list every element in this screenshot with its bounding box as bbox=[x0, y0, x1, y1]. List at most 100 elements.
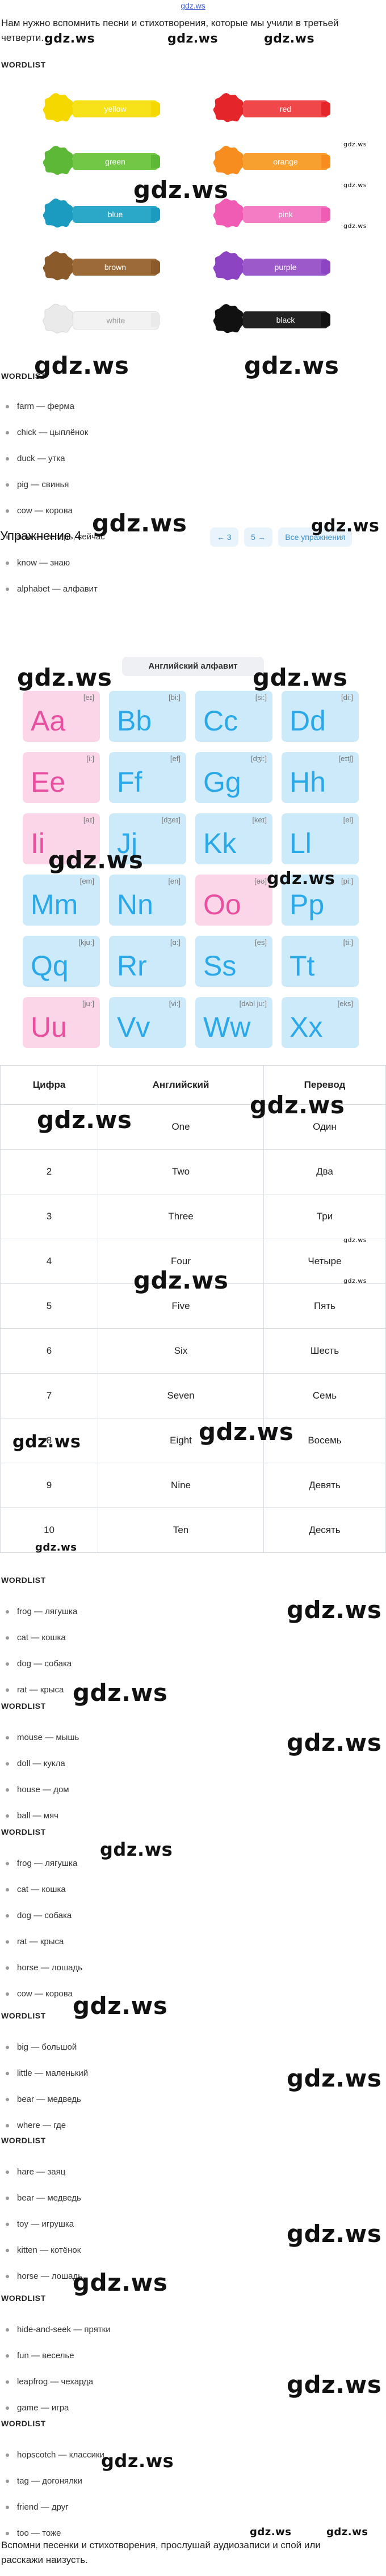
watermark: gdz.ws bbox=[100, 1839, 173, 1860]
list-item-text: cow — корова bbox=[17, 1989, 73, 1999]
list-item: frog — лягушка bbox=[6, 1607, 77, 1616]
letter-card: [di:] Dd bbox=[282, 691, 359, 742]
letter-card: [ti:] Tt bbox=[282, 936, 359, 987]
watermark: gdz.ws bbox=[37, 1106, 132, 1134]
watermark: gdz.ws bbox=[343, 1236, 367, 1244]
list-item: kitten — котёнок bbox=[6, 2245, 81, 2255]
next-exercise-button[interactable]: 5 → bbox=[244, 527, 272, 547]
table-cell: 9 bbox=[0, 1463, 99, 1508]
paint-splat-icon bbox=[43, 146, 74, 175]
letter-glyph: Aa bbox=[31, 705, 66, 737]
marker-tip-icon bbox=[321, 208, 330, 221]
watermark: gdz.ws bbox=[326, 2526, 368, 2538]
table-cell: Пять bbox=[263, 1283, 386, 1329]
table-cell: 3 bbox=[0, 1194, 99, 1239]
footer-text: Вспомни песенки и стихотворения, прослуш… bbox=[1, 2540, 321, 2565]
bullet-icon bbox=[6, 509, 9, 513]
letter-glyph: Hh bbox=[290, 766, 326, 798]
table-cell: Ten bbox=[98, 1507, 264, 1553]
marker-tip-icon bbox=[151, 313, 160, 327]
letter-card: [eks] Xx bbox=[282, 997, 359, 1048]
list-item: farm — ферма bbox=[6, 402, 74, 411]
list-item-text: hopscotch — классики bbox=[17, 2450, 104, 2460]
table-row: 3 Three Три bbox=[0, 1194, 386, 1239]
marker-tip-icon bbox=[321, 102, 330, 116]
letter-glyph: Bb bbox=[117, 705, 152, 737]
watermark: gdz.ws bbox=[287, 2371, 382, 2398]
letter-transcription: [əʊ] bbox=[254, 877, 267, 885]
highlighter: orange bbox=[210, 141, 330, 180]
letter-transcription: [dʒi:] bbox=[250, 754, 267, 763]
table-cell: 6 bbox=[0, 1328, 99, 1374]
prev-exercise-button[interactable]: ← 3 bbox=[210, 527, 238, 547]
highlighter-label: white bbox=[73, 311, 159, 330]
watermark: gdz.ws bbox=[133, 1266, 229, 1294]
letter-glyph: Ff bbox=[117, 766, 142, 798]
list-item: hopscotch — классики bbox=[6, 2450, 104, 2460]
table-cell: Девять bbox=[263, 1463, 386, 1508]
bullet-icon bbox=[6, 1610, 9, 1614]
bullet-icon bbox=[6, 1662, 9, 1666]
list-item-text: leapfrog — чехарда bbox=[17, 2377, 94, 2387]
watermark: gdz.ws bbox=[250, 1091, 345, 1119]
watermark: gdz.ws bbox=[17, 664, 112, 691]
list-item: know — знаю bbox=[6, 558, 70, 568]
list-item-text: bear — медведь bbox=[17, 2094, 81, 2104]
table-header: Цифра bbox=[0, 1065, 99, 1105]
bullet-icon bbox=[6, 1636, 9, 1640]
letter-glyph: Ee bbox=[31, 766, 66, 798]
list-item-text: where — где bbox=[17, 2121, 66, 2130]
watermark: gdz.ws bbox=[73, 1679, 168, 1707]
list-item: frog — лягушка bbox=[6, 1859, 77, 1868]
bullet-icon bbox=[6, 2124, 9, 2128]
bullet-icon bbox=[6, 2072, 9, 2076]
letter-glyph: Nn bbox=[117, 889, 153, 920]
highlighter-label: green bbox=[73, 153, 158, 170]
table-cell: 5 bbox=[0, 1283, 99, 1329]
marker-tip-icon bbox=[151, 208, 160, 221]
gdz-link[interactable]: gdz.ws bbox=[0, 1, 386, 10]
list-item-text: cat — кошка bbox=[17, 1633, 66, 1642]
watermark: gdz.ws bbox=[133, 176, 229, 204]
list-item: tag — догонялки bbox=[6, 2476, 82, 2486]
watermark: gdz.ws bbox=[250, 2526, 292, 2538]
letter-card: [eɪ] Aa bbox=[23, 691, 100, 742]
wordlist-heading: WORDLIST bbox=[1, 1701, 46, 1711]
table-cell: 2 bbox=[0, 1149, 99, 1194]
list-item-text: know — знаю bbox=[17, 558, 70, 568]
list-item-text: little — маленький bbox=[17, 2068, 89, 2078]
list-item: mouse — мышь bbox=[6, 1733, 79, 1742]
table-cell: Six bbox=[98, 1328, 264, 1374]
list-item: fun — веселье bbox=[6, 2351, 74, 2360]
bullet-icon bbox=[6, 2223, 9, 2227]
bullet-icon bbox=[6, 2249, 9, 2253]
list-item: cow — корова bbox=[6, 506, 73, 516]
list-item-text: hare — заяц bbox=[17, 2167, 66, 2177]
highlighter: purple bbox=[210, 246, 330, 286]
letter-card: [em] Mm bbox=[23, 875, 100, 926]
watermark: gdz.ws bbox=[287, 1729, 382, 1756]
watermark: gdz.ws bbox=[264, 32, 315, 46]
list-item-text: rat — крыса bbox=[17, 1685, 64, 1695]
highlighter-label: black bbox=[243, 311, 328, 328]
table-cell: Seven bbox=[98, 1373, 264, 1418]
list-item: ball — мяч bbox=[6, 1811, 58, 1821]
list-item: little — маленький bbox=[6, 2068, 88, 2078]
letter-transcription: [ɑ:] bbox=[170, 938, 181, 947]
highlighter-label: blue bbox=[73, 206, 158, 223]
letter-transcription: [di:] bbox=[341, 693, 353, 702]
table-cell: Четыре bbox=[263, 1239, 386, 1284]
letter-glyph: Uu bbox=[31, 1011, 67, 1043]
bullet-icon bbox=[6, 1888, 9, 1892]
bullet-icon bbox=[6, 588, 9, 592]
list-item: horse — лошадь bbox=[6, 1963, 82, 1973]
watermark: gdz.ws bbox=[244, 352, 339, 379]
letter-transcription: [eks] bbox=[337, 999, 353, 1008]
highlighter-label: red bbox=[243, 100, 328, 117]
table-header: Английский bbox=[98, 1065, 264, 1105]
letter-transcription: [kju:] bbox=[78, 938, 94, 947]
watermark: gdz.ws bbox=[311, 516, 380, 536]
watermark: gdz.ws bbox=[343, 141, 367, 148]
letter-transcription: [ti:] bbox=[343, 938, 353, 947]
bullet-icon bbox=[6, 431, 9, 435]
